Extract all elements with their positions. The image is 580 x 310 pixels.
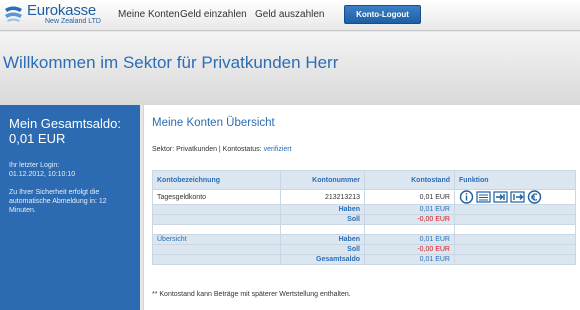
total-balance-value: 0,01 EUR [9, 131, 66, 146]
nav-meine-konten[interactable]: Meine Konten [118, 9, 180, 20]
account-name: Tagesgeldkonto [152, 189, 281, 205]
summary-soll-value: -0,00 EUR [364, 244, 455, 255]
statement-icon[interactable] [476, 190, 491, 204]
nav-geld-auszahlen[interactable]: Geld auszahlen [255, 9, 325, 20]
table-row[interactable]: Tagesgeldkonto 213213213 0,01 EUR [152, 189, 576, 205]
summary-haben-label: Haben [280, 234, 365, 245]
subtotal-haben-row: Haben 0,01 EUR [152, 204, 576, 215]
subtotal-soll-value: -0,00 EUR [364, 214, 455, 225]
last-login-date: 01.12.2012, 10:10:10 [9, 171, 76, 178]
info-icon[interactable] [459, 190, 474, 204]
transfer-out-icon[interactable] [510, 190, 525, 204]
column-header-number: Kontonummer [280, 170, 365, 190]
logo[interactable]: Eurokasse New Zealand LTD [3, 3, 121, 27]
table-header-row: Kontobezeichnung Kontonummer Kontostand … [152, 170, 576, 190]
subtotal-soll-row: Soll -0,00 EUR [152, 214, 576, 225]
logout-button[interactable]: Konto-Logout [344, 5, 421, 24]
summary-soll-row: Soll -0,00 EUR [152, 244, 576, 255]
summary-total-value: 0,01 EUR [364, 254, 455, 265]
summary-soll-label: Soll [280, 244, 365, 255]
account-balance: 0,01 EUR [364, 189, 455, 205]
welcome-banner: Willkommen im Sektor für Privatkunden He… [0, 32, 580, 105]
overview-link[interactable]: Übersicht [152, 234, 281, 245]
balance-sidebar: Mein Gesamtsaldo: 0,01 EUR Ihr letzter L… [0, 105, 140, 310]
logo-title: Eurokasse [27, 2, 97, 19]
subtotal-haben-value: 0,01 EUR [364, 204, 455, 215]
last-login-label: Ihr letzter Login: [9, 162, 60, 169]
accounts-overview: Meine Konten Übersicht Sektor: Privatkun… [143, 105, 580, 310]
balance-footnote: ** Kontostand kann Beträge mit späterer … [152, 291, 351, 298]
top-bar: Eurokasse New Zealand LTD Meine Konten G… [0, 0, 580, 31]
nav-geld-einzahlen[interactable]: Geld einzahlen [180, 9, 247, 20]
transfer-icon[interactable] [493, 190, 508, 204]
logo-icon [5, 6, 22, 22]
status-badge: verifiziert [263, 146, 292, 153]
spacer-row [152, 224, 576, 235]
subtotal-soll-label: Soll [280, 214, 365, 225]
summary-haben-row: Übersicht Haben 0,01 EUR [152, 234, 576, 245]
logo-subtitle: New Zealand LTD [45, 18, 101, 25]
column-header-function: Funktion [454, 170, 576, 190]
auto-logout-note: Zu Ihrer Sicherheit erfolgt die automati… [9, 189, 107, 214]
function-cell [454, 189, 576, 205]
accounts-table: Kontobezeichnung Kontonummer Kontostand … [152, 170, 576, 265]
summary-total-label: Gesamtsaldo [280, 254, 365, 265]
subtotal-haben-label: Haben [280, 204, 365, 215]
summary-haben-value: 0,01 EUR [364, 234, 455, 245]
euro-icon[interactable] [527, 190, 542, 204]
column-header-name: Kontobezeichnung [152, 170, 281, 190]
account-number: 213213213 [280, 189, 365, 205]
total-balance-label: Mein Gesamtsaldo: [9, 116, 121, 131]
column-header-balance: Kontostand [364, 170, 455, 190]
page-title: Meine Konten Übersicht [152, 117, 275, 129]
welcome-heading: Willkommen im Sektor für Privatkunden He… [3, 53, 339, 72]
summary-total-row: Gesamtsaldo 0,01 EUR [152, 254, 576, 265]
sector-prefix: Sektor: Privatkunden | Kontostatus: [152, 146, 262, 153]
sector-status: Sektor: Privatkunden | Kontostatus: veri… [152, 146, 292, 153]
